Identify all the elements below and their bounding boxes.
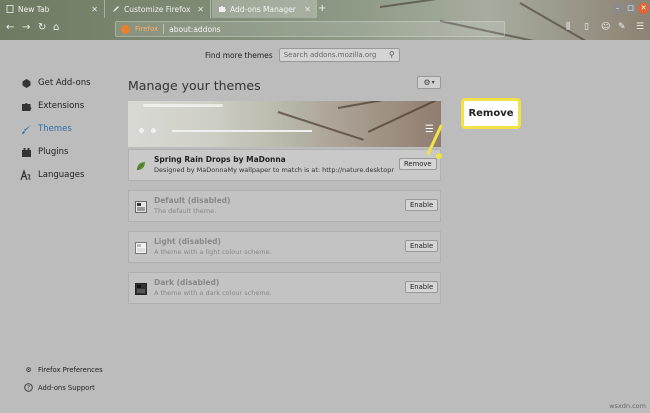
brush-icon: [20, 123, 32, 135]
browser-chrome: New Tab ✕ Customize Firefox ✕ Add-ons Ma…: [0, 0, 650, 40]
minimize-icon[interactable]: –: [612, 3, 623, 14]
forward-icon[interactable]: →: [22, 22, 30, 33]
enable-button[interactable]: Enable: [405, 281, 439, 293]
gear-icon: ⚙: [423, 78, 431, 87]
theme-name: Spring Rain Drops by MaDonna: [154, 155, 286, 164]
theme-branch: [277, 111, 364, 141]
theme-preview: ☰: [128, 101, 441, 147]
blank-page-icon: [6, 5, 14, 13]
library-icon[interactable]: ⫼: [566, 22, 570, 32]
chevron-down-icon: ▾: [431, 79, 435, 86]
tools-menu-button[interactable]: ⚙ ▾: [417, 76, 441, 89]
theme-description: A theme with a dark colour scheme.: [154, 289, 272, 297]
back-icon[interactable]: ←: [6, 22, 14, 33]
footer-label: Add-ons Support: [38, 383, 95, 392]
theme-row-light[interactable]: Light (disabled) A theme with a light co…: [128, 231, 441, 263]
gear-icon: ⚙: [25, 365, 32, 374]
puzzle-icon: [20, 100, 32, 112]
menu-icon[interactable]: ☰: [636, 22, 644, 32]
preview-url-line: [172, 130, 312, 132]
enable-button[interactable]: Enable: [405, 240, 439, 252]
theme-description: The default theme.: [154, 207, 217, 215]
tab-label: Add-ons Manager: [230, 4, 296, 14]
tab-label: New Tab: [18, 4, 50, 14]
menu-icon: ☰: [425, 124, 434, 135]
sidebar-item-label: Themes: [38, 124, 72, 134]
preview-dot: [139, 128, 144, 133]
preview-tab-bar: [143, 104, 223, 107]
customize-icon[interactable]: ✎: [618, 22, 626, 32]
sidebar-item-extensions[interactable]: Extensions: [20, 100, 84, 112]
tab-addons-manager[interactable]: Add-ons Manager ✕: [212, 0, 317, 18]
theme-row-spring-rain[interactable]: Spring Rain Drops by MaDonna Designed by…: [128, 149, 441, 181]
remove-callout: Remove: [461, 98, 521, 129]
puzzle-icon: [218, 5, 226, 13]
nav-bar: ← → ↻ ⌂ Firefox about:addons ⫼ ▯ ☺ ✎ ☰: [0, 18, 650, 40]
divider: [163, 24, 165, 34]
home-icon[interactable]: ⌂: [53, 22, 59, 33]
close-icon[interactable]: ✕: [91, 5, 98, 14]
tab-customize-firefox[interactable]: Customize Firefox ✕: [106, 0, 211, 18]
sidebar-item-plugins[interactable]: Plugins: [20, 146, 68, 158]
close-icon[interactable]: ✕: [304, 5, 311, 14]
sidebar: Get Add-ons Extensions Themes Plugins La…: [0, 40, 120, 413]
sidebar-item-label: Plugins: [38, 147, 69, 157]
url-text: about:addons: [169, 24, 221, 34]
sidebar-icon[interactable]: ▯: [584, 22, 589, 32]
find-more-label: Find more themes: [205, 50, 273, 60]
sidebar-item-label: Get Add-ons: [38, 78, 91, 88]
theme-description: Designed by MaDonnaMy wallpaper to match…: [154, 166, 394, 174]
theme-name: Light (disabled): [154, 237, 221, 246]
firefox-preferences-link[interactable]: ⚙ Firefox Preferences: [24, 365, 103, 374]
footer-label: Firefox Preferences: [38, 365, 103, 374]
identity-label: Firefox: [135, 25, 159, 33]
theme-row-dark[interactable]: Dark (disabled) A theme with a dark colo…: [128, 272, 441, 304]
find-more-themes: Find more themes Search addons.mozilla.o…: [205, 48, 400, 62]
plugin-brick-icon: [20, 146, 32, 158]
watermark: wsxdn.com: [609, 402, 646, 410]
get-addons-icon: [20, 77, 32, 89]
addons-page: Find more themes Search addons.mozilla.o…: [0, 40, 650, 413]
tab-new-tab[interactable]: New Tab ✕: [0, 0, 105, 18]
search-placeholder: Search addons.mozilla.org: [283, 51, 377, 59]
sidebar-item-label: Languages: [38, 170, 85, 180]
account-icon[interactable]: ☺: [601, 22, 610, 32]
theme-name: Default (disabled): [154, 196, 231, 205]
tab-strip: New Tab ✕ Customize Firefox ✕ Add-ons Ma…: [0, 0, 650, 18]
pencil-icon: [112, 5, 120, 13]
leaf-icon: [135, 160, 147, 172]
search-input[interactable]: Search addons.mozilla.org ⚲: [278, 48, 400, 62]
theme-description: A theme with a light colour scheme.: [154, 248, 272, 256]
svg-text:?: ?: [27, 385, 30, 392]
tab-label: Customize Firefox: [124, 4, 191, 14]
page-title: Manage your themes: [128, 78, 261, 93]
sidebar-item-label: Extensions: [38, 101, 85, 111]
sidebar-item-get-addons[interactable]: Get Add-ons: [20, 77, 91, 89]
theme-thumbnail-icon: [135, 201, 147, 213]
enable-button[interactable]: Enable: [405, 199, 439, 211]
language-icon: [20, 169, 32, 181]
sidebar-item-themes[interactable]: Themes: [20, 123, 72, 135]
remove-button[interactable]: Remove: [399, 158, 437, 170]
addons-support-link[interactable]: ? Add-ons Support: [24, 383, 95, 392]
maximize-icon[interactable]: □: [625, 3, 636, 14]
callout-dot: [436, 153, 442, 159]
firefox-icon: [121, 24, 130, 34]
theme-name: Dark (disabled): [154, 278, 220, 287]
help-icon: ?: [24, 383, 33, 392]
new-tab-button[interactable]: +: [318, 3, 326, 14]
reload-icon[interactable]: ↻: [38, 22, 46, 33]
close-icon[interactable]: ✕: [197, 5, 204, 14]
theme-thumbnail-icon: [135, 283, 147, 295]
theme-thumbnail-icon: [135, 242, 147, 254]
preview-dot: [151, 128, 156, 133]
sidebar-item-languages[interactable]: Languages: [20, 169, 84, 181]
theme-row-default[interactable]: Default (disabled) The default theme. En…: [128, 190, 441, 222]
close-window-icon[interactable]: ✕: [638, 3, 649, 14]
search-icon: ⚲: [388, 50, 395, 59]
url-bar[interactable]: Firefox about:addons: [115, 21, 505, 37]
